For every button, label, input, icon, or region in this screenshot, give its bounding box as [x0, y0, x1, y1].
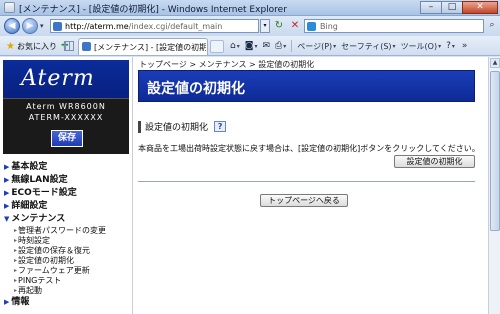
- search-icon[interactable]: ⌕: [486, 19, 498, 33]
- help-circle-icon: ?: [446, 41, 451, 51]
- window-controls: – □ ✕: [420, 1, 498, 15]
- print-button[interactable]: ⎙ ▾: [275, 41, 286, 51]
- vertical-scrollbar[interactable]: ▲: [488, 57, 500, 314]
- triangle-right-icon: ▶: [4, 163, 10, 171]
- sidebar-item-info[interactable]: ▶ 情報: [4, 296, 132, 309]
- submenu-item-ping[interactable]: ▸ PINGテスト: [14, 276, 132, 286]
- tab-toolbar-row: ★ お気に入り ✚ [メンテナンス] - [設定値の初期化] ⌂▾ ◙▾ ✉ ⎙…: [0, 36, 500, 56]
- sidebar-item-advanced[interactable]: ▶ 詳細設定: [4, 200, 132, 213]
- sidebar-menu: ▶ 基本設定 ▶ 無線LAN設定 ▶ ECOモード設定 ▶ 詳細設定 ▼ メンテナンス ▸…: [4, 161, 132, 309]
- aterm-logo: Aterm: [21, 66, 95, 91]
- scroll-up-icon[interactable]: ▲: [490, 58, 500, 68]
- submenu-item-backup-restore[interactable]: ▸ 設定値の保存＆復元: [14, 246, 132, 256]
- favorites-button[interactable]: ★ お気に入り ✚: [6, 39, 69, 53]
- toolbar-extend-icon[interactable]: »: [462, 41, 468, 51]
- triangle-right-icon: ▶: [4, 298, 10, 306]
- section-title: 設定値の初期化: [145, 123, 209, 133]
- submenu-item-reboot[interactable]: ▸ 再起動: [14, 286, 132, 296]
- triangle-right-icon: ▶: [4, 202, 10, 210]
- tools-menu[interactable]: ツール(O) ▾: [401, 41, 442, 52]
- page-header: 設定値の初期化: [138, 70, 475, 102]
- maintenance-submenu: ▸ 管理者パスワードの変更 ▸ 時刻設定 ▸ 設定値の保存＆復元 ▸ 設定値の初期化 ▸…: [4, 226, 132, 296]
- tab-favicon-icon: [82, 42, 91, 51]
- address-url[interactable]: http://aterm.me/index.cgi/default_main: [65, 22, 222, 31]
- home-button[interactable]: ⌂ ▾: [230, 41, 240, 51]
- model-info: Aterm WR8600N ATERM-XXXXXX: [3, 98, 129, 126]
- page-menu[interactable]: ページ(P) ▾: [297, 41, 336, 52]
- quick-tabs-icon[interactable]: [64, 41, 74, 51]
- breadcrumb[interactable]: トップページ > メンテナンス > 設定値の初期化: [139, 59, 314, 70]
- address-bar[interactable]: http://aterm.me/index.cgi/default_main: [50, 19, 259, 33]
- favorites-label: お気に入り: [16, 41, 57, 51]
- triangle-right-icon: ▶: [4, 176, 10, 184]
- help-icon[interactable]: ?: [214, 121, 227, 132]
- star-icon: ★: [6, 40, 15, 52]
- device-id: ATERM-XXXXXX: [28, 113, 104, 122]
- description-text: 本商品を工場出荷時設定状態に戻す場合は、[設定値の初期化]ボタンをクリックしてく…: [138, 144, 480, 153]
- back-arrow-icon[interactable]: ◀: [4, 18, 20, 34]
- search-box[interactable]: Bing: [304, 19, 484, 33]
- submenu-item-firmware[interactable]: ▸ ファームウェア更新: [14, 266, 132, 276]
- section-heading: 設定値の初期化 ?: [138, 120, 227, 133]
- bing-icon: [307, 22, 316, 31]
- maximize-button[interactable]: □: [441, 1, 463, 14]
- close-button[interactable]: ✕: [462, 1, 498, 14]
- sidebar-item-eco[interactable]: ▶ ECOモード設定: [4, 187, 132, 200]
- sidebar: Aterm Aterm WR8600N ATERM-XXXXXX 保存 ▶ 基本設…: [0, 57, 133, 314]
- tab-maintenance[interactable]: [メンテナンス] - [設定値の初期化]: [78, 38, 208, 55]
- sidebar-item-wireless[interactable]: ▶ 無線LAN設定: [4, 174, 132, 187]
- mail-button[interactable]: ✉: [262, 41, 270, 51]
- tab-label: [メンテナンス] - [設定値の初期化]: [94, 43, 206, 52]
- mail-icon: ✉: [262, 41, 271, 51]
- section-marker: [138, 120, 141, 133]
- search-input[interactable]: Bing: [320, 22, 338, 31]
- page-favicon-icon: [53, 22, 62, 31]
- feeds-button[interactable]: ◙ ▾: [245, 41, 258, 51]
- sidebar-item-maintenance[interactable]: ▼ メンテナンス: [4, 213, 132, 226]
- feeds-icon: ◙: [244, 41, 254, 51]
- save-area: 保存: [3, 126, 129, 154]
- save-button[interactable]: 保存: [51, 130, 83, 147]
- main-content: トップページ > メンテナンス > 設定値の初期化 設定値の初期化 設定値の初期…: [136, 57, 488, 314]
- triangle-right-icon: ▶: [4, 189, 10, 197]
- address-row: ◀ ▶ ▾ http://aterm.me/index.cgi/default_…: [0, 16, 500, 36]
- back-to-top-button[interactable]: トップページへ戻る: [260, 194, 348, 207]
- submenu-item-time[interactable]: ▸ 時刻設定: [14, 236, 132, 246]
- help-menu[interactable]: ? ▾: [446, 41, 455, 51]
- page-title: 設定値の初期化: [147, 81, 245, 97]
- ie-app-icon: [4, 2, 15, 13]
- sidebar-item-basic[interactable]: ▶ 基本設定: [4, 161, 132, 174]
- logo-area: Aterm: [3, 60, 129, 98]
- window-title: [メンテナンス] - [設定値の初期化] - Windows Internet …: [19, 5, 287, 15]
- refresh-icon[interactable]: ↻: [272, 19, 286, 33]
- page-viewport: Aterm Aterm WR8600N ATERM-XXXXXX 保存 ▶ 基本設…: [0, 57, 488, 314]
- title-bar: [メンテナンス] - [設定値の初期化] - Windows Internet …: [0, 0, 500, 16]
- new-tab-button[interactable]: [210, 40, 224, 53]
- factory-reset-button[interactable]: 設定値の初期化: [394, 155, 475, 168]
- submenu-item-admin-password[interactable]: ▸ 管理者パスワードの変更: [14, 226, 132, 236]
- forward-arrow-icon[interactable]: ▶: [22, 18, 38, 34]
- scroll-thumb[interactable]: [490, 71, 500, 231]
- separator: [291, 40, 293, 52]
- command-bar: ⌂ ▾ ◙ ▾ ✉ ⎙ ▾ ページ(P) ▾ セーフティ(S) ▾ ツール(O) ▾ ? ▾ …: [230, 39, 467, 53]
- print-icon: ⎙: [275, 41, 283, 51]
- submenu-item-factory-reset[interactable]: ▸ 設定値の初期化: [14, 256, 132, 266]
- minimize-button[interactable]: –: [420, 1, 442, 14]
- triangle-down-icon: ▼: [4, 215, 10, 223]
- address-dropdown-icon[interactable]: ▾: [260, 19, 270, 33]
- home-icon: ⌂: [230, 41, 236, 51]
- divider: [138, 181, 475, 182]
- history-dropdown-icon[interactable]: ▾: [40, 22, 44, 30]
- model-name: Aterm WR8600N: [26, 102, 106, 111]
- stop-icon[interactable]: ✕: [288, 19, 302, 33]
- safety-menu[interactable]: セーフティ(S) ▾: [341, 41, 395, 52]
